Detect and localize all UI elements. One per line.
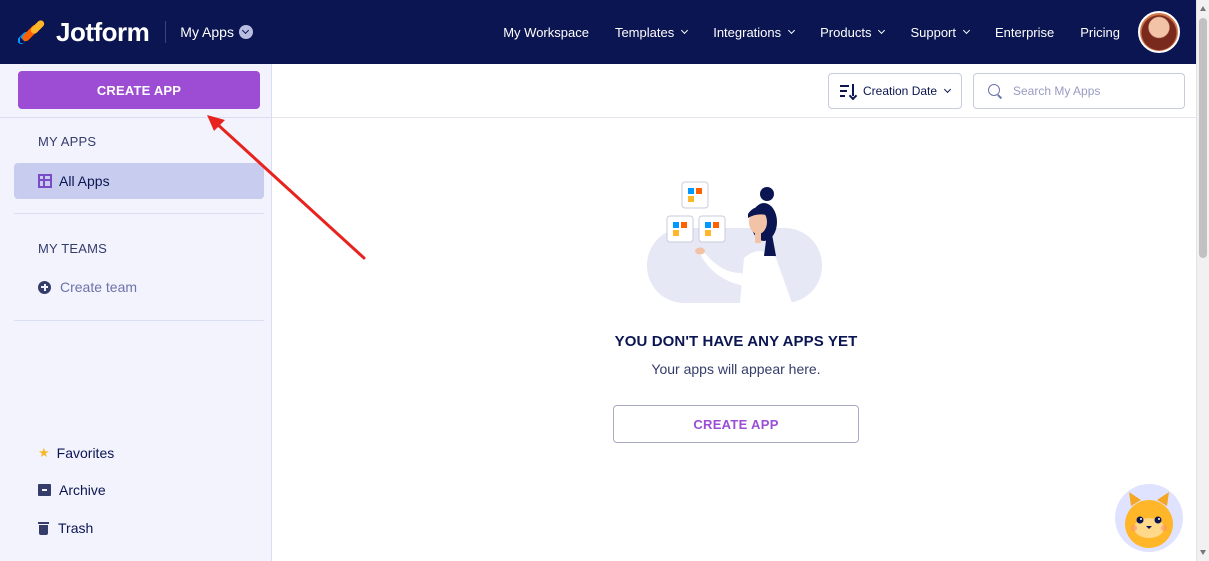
create-app-button[interactable]: CREATE APP: [18, 71, 260, 109]
jotform-logo[interactable]: Jotform: [17, 0, 150, 64]
my-apps-heading: MY APPS: [38, 134, 97, 149]
nav-label: Pricing: [1080, 24, 1120, 40]
sidebar-divider: [14, 213, 264, 214]
empty-state-illustration: [642, 178, 832, 308]
scroll-down-icon[interactable]: [1200, 550, 1206, 555]
nav-templates[interactable]: Templates: [614, 24, 689, 40]
sidebar-item-label: Favorites: [56, 445, 115, 461]
nav-my-workspace[interactable]: My Workspace: [503, 25, 589, 40]
my-apps-dropdown[interactable]: My Apps: [180, 24, 253, 40]
jotform-logo-icon: [17, 18, 46, 46]
main-content: YOU DON'T HAVE ANY APPS YET Your apps wi…: [272, 118, 1196, 561]
sort-label: Creation Date: [863, 84, 938, 98]
my-teams-heading: MY TEAMS: [38, 241, 108, 256]
sidebar-item-label: Trash: [58, 520, 94, 536]
nav-label: Enterprise: [995, 24, 1055, 40]
section-title: My Apps: [180, 24, 234, 40]
nav-label: Support: [910, 24, 956, 40]
scroll-up-icon[interactable]: [1200, 6, 1206, 11]
create-app-button-main[interactable]: CREATE APP: [613, 405, 859, 443]
page-scrollbar[interactable]: [1196, 0, 1209, 561]
empty-state-subtitle: Your apps will appear here.: [651, 361, 821, 377]
sidebar-item-all-apps[interactable]: All Apps: [14, 163, 264, 199]
user-avatar[interactable]: [1138, 11, 1180, 53]
nav-label: My Workspace: [503, 24, 589, 40]
header-divider: [165, 21, 167, 43]
sidebar-divider: [0, 117, 271, 118]
sidebar-item-label: Archive: [59, 482, 106, 498]
sidebar-divider: [14, 320, 264, 321]
chevron-down-icon: [681, 26, 689, 35]
sidebar-item-trash[interactable]: Trash: [38, 520, 93, 536]
scrollbar-thumb[interactable]: [1199, 18, 1207, 258]
sidebar: CREATE APP MY APPS All Apps MY TEAMS Cre…: [0, 64, 272, 561]
main-nav: My Workspace Templates Integrations Prod…: [503, 0, 1196, 64]
empty-state-title: YOU DON'T HAVE ANY APPS YET: [614, 333, 858, 350]
chevron-down-icon: [788, 26, 796, 35]
sidebar-item-favorites[interactable]: ★ Favorites: [38, 445, 114, 461]
plus-circle-icon: [38, 280, 51, 294]
nav-label: Integrations: [713, 24, 782, 40]
create-team-button[interactable]: Create team: [38, 279, 137, 295]
brand-name: Jotform: [56, 16, 150, 47]
nav-enterprise[interactable]: Enterprise: [995, 25, 1054, 40]
search-icon: [988, 84, 1002, 98]
nav-products[interactable]: Products: [820, 24, 886, 40]
sidebar-item-label: Create team: [60, 279, 138, 295]
toolbar: Creation Date: [272, 64, 1196, 118]
sort-dropdown[interactable]: Creation Date: [828, 73, 962, 109]
sidebar-item-archive[interactable]: Archive: [38, 482, 106, 498]
trash-icon: [38, 521, 49, 535]
sidebar-item-label: All Apps: [59, 173, 110, 189]
nav-pricing[interactable]: Pricing: [1080, 25, 1120, 40]
grid-icon: [38, 174, 52, 188]
nav-support[interactable]: Support: [910, 24, 971, 40]
chevron-down-icon: [944, 85, 952, 94]
archive-icon: [38, 484, 51, 496]
chevron-down-icon: [878, 26, 886, 35]
mascot-assistant-icon[interactable]: [1115, 484, 1183, 552]
search-input[interactable]: [1013, 84, 1173, 98]
top-navbar: Jotform My Apps My Workspace Templates I…: [0, 0, 1196, 64]
star-icon: ★: [38, 445, 50, 461]
sort-icon: [840, 84, 858, 101]
chevron-down-icon: [238, 25, 253, 39]
search-box: [973, 73, 1185, 109]
chevron-down-icon: [962, 26, 971, 35]
nav-label: Templates: [614, 24, 675, 40]
nav-label: Products: [820, 24, 872, 40]
nav-integrations[interactable]: Integrations: [713, 24, 796, 40]
